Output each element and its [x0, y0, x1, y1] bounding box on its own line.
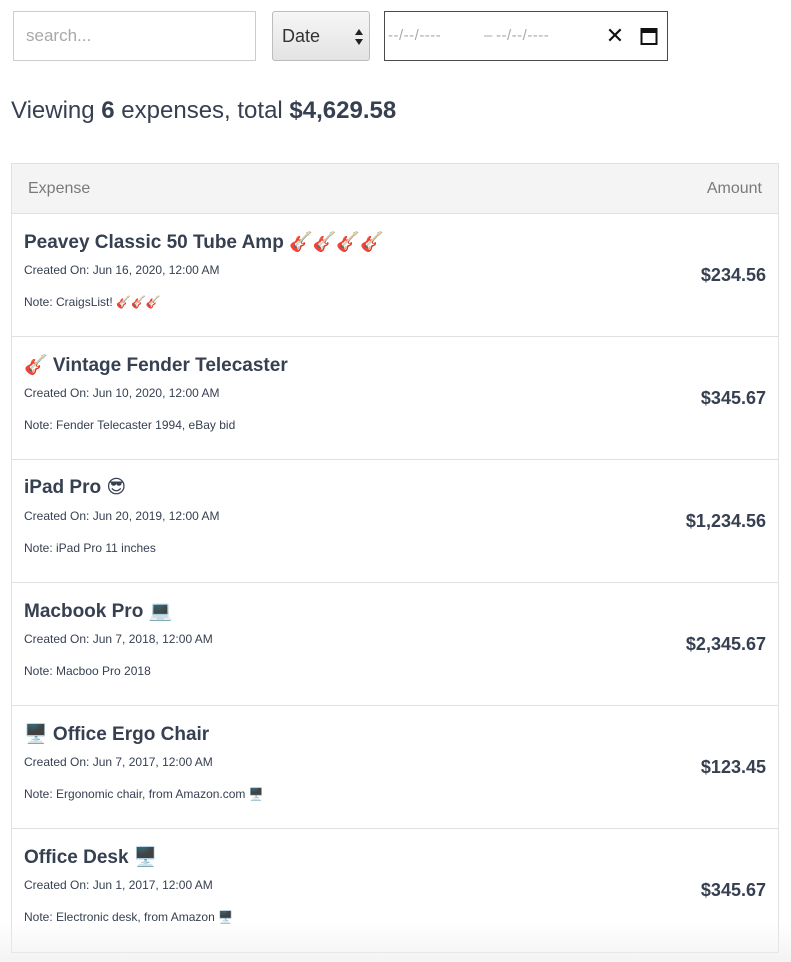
column-header-expense[interactable]: Expense — [28, 180, 90, 198]
expense-note: Note: Macboo Pro 2018 — [24, 664, 151, 678]
table-header: Expense Amount — [12, 164, 778, 214]
expense-created-date: Created On: Jun 1, 2017, 12:00 AM — [24, 878, 213, 892]
expense-note: Note: Fender Telecaster 1994, eBay bid — [24, 418, 236, 432]
column-header-amount[interactable]: Amount — [707, 180, 762, 198]
select-arrows-icon — [355, 28, 363, 46]
expense-title: Macbook Pro 💻 — [24, 601, 173, 622]
date-end-field[interactable]: --/--/---- — [496, 27, 549, 44]
expense-title: 🖥️ Office Ergo Chair — [24, 724, 210, 745]
expense-amount: $2,345.67 — [685, 634, 766, 654]
expense-note: Note: Ergonomic chair, from Amazon.com 🖥… — [24, 787, 264, 801]
sort-select-value: Date — [282, 25, 321, 46]
expense-row[interactable]: Peavey Classic 50 Tube Amp 🎸🎸🎸🎸 Created … — [12, 214, 778, 337]
expense-table: Expense Amount Peavey Classic 50 Tube Am… — [11, 163, 779, 953]
filter-bar: Date --/--/---- – --/--/---- ✕ — [13, 11, 668, 61]
summary-prefix: Viewing — [11, 97, 102, 124]
expense-count: 6 — [101, 97, 115, 124]
calendar-icon[interactable] — [640, 27, 658, 45]
expense-row[interactable]: Macbook Pro 💻 Created On: Jun 7, 2018, 1… — [12, 583, 778, 706]
date-range-picker[interactable]: --/--/---- – --/--/---- ✕ — [384, 11, 668, 61]
expense-title: 🎸 Vintage Fender Telecaster — [24, 355, 288, 376]
expense-row[interactable]: 🖥️ Office Ergo Chair Created On: Jun 7, … — [12, 706, 778, 829]
expense-created-date: Created On: Jun 7, 2017, 12:00 AM — [24, 755, 213, 769]
expense-created-date: Created On: Jun 20, 2019, 12:00 AM — [24, 509, 220, 523]
expense-created-date: Created On: Jun 16, 2020, 12:00 AM — [24, 263, 220, 277]
expense-row[interactable]: iPad Pro 😎 Created On: Jun 20, 2019, 12:… — [12, 460, 778, 583]
expense-total: $4,629.58 — [289, 97, 397, 124]
expense-amount: $345.67 — [700, 880, 766, 900]
expense-note: Note: iPad Pro 11 inches — [24, 541, 156, 555]
expense-amount: $345.67 — [700, 388, 766, 408]
expense-amount: $234.56 — [700, 265, 766, 285]
expense-created-date: Created On: Jun 10, 2020, 12:00 AM — [24, 386, 220, 400]
expense-amount: $123.45 — [700, 757, 766, 777]
expense-note: Note: Electronic desk, from Amazon 🖥️ — [24, 910, 234, 924]
expense-row[interactable]: Office Desk 🖥️ Created On: Jun 1, 2017, … — [12, 829, 778, 952]
expense-created-date: Created On: Jun 7, 2018, 12:00 AM — [24, 632, 213, 646]
expense-row[interactable]: 🎸 Vintage Fender Telecaster Created On: … — [12, 337, 778, 460]
date-range-separator: – — [484, 27, 493, 44]
expense-title: Office Desk 🖥️ — [24, 847, 158, 868]
date-start-field[interactable]: --/--/---- — [388, 27, 441, 44]
expense-note: Note: CraigsList! 🎸🎸🎸 — [24, 295, 161, 309]
clear-icon[interactable]: ✕ — [605, 25, 625, 47]
sort-select[interactable]: Date — [272, 11, 370, 61]
expense-amount: $1,234.56 — [685, 511, 766, 531]
summary-middle: expenses, total — [114, 97, 290, 124]
expense-title: Peavey Classic 50 Tube Amp 🎸🎸🎸🎸 — [24, 232, 384, 253]
expense-summary: Viewing 6 expenses, total $4,629.58 — [11, 97, 396, 125]
search-input[interactable] — [13, 11, 256, 61]
expense-title: iPad Pro 😎 — [24, 477, 127, 498]
